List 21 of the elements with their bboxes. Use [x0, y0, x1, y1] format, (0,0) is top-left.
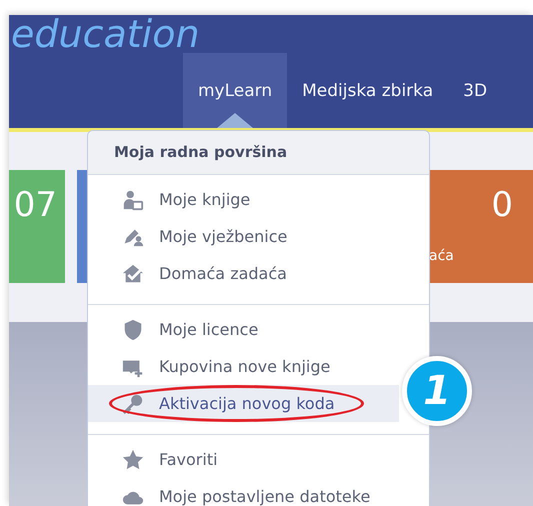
stat-value: 0 [491, 188, 513, 222]
nav-tab[interactable]: Medijska zbirka [287, 53, 448, 128]
menu-item[interactable]: Kupovina nove knjige [88, 348, 399, 385]
nav-tab[interactable]: 3D [448, 53, 502, 128]
stat-label: aća [429, 248, 454, 264]
logo-text: education [11, 15, 200, 53]
star-icon [122, 448, 144, 470]
menu-heading: Moja radna površina [88, 131, 429, 175]
shield-icon [122, 318, 144, 340]
menu-item[interactable]: Moje knjige [88, 181, 399, 218]
house-check-icon [122, 262, 144, 284]
key-icon [122, 392, 144, 414]
menu-item[interactable]: Favoriti [88, 441, 399, 478]
menu-item[interactable]: Moje licence [88, 311, 399, 348]
stat-value: 07 [14, 188, 57, 222]
menu-item[interactable]: Moje postavljene datoteke [88, 478, 399, 506]
nav-tab[interactable]: myLearn [183, 53, 288, 128]
person-book-icon [122, 188, 144, 210]
menu-item[interactable]: Domaća zadaća [88, 255, 399, 292]
menu-item[interactable]: Aktivacija novog koda [88, 385, 399, 422]
menu-item[interactable]: Moje vježbenice [88, 218, 399, 255]
